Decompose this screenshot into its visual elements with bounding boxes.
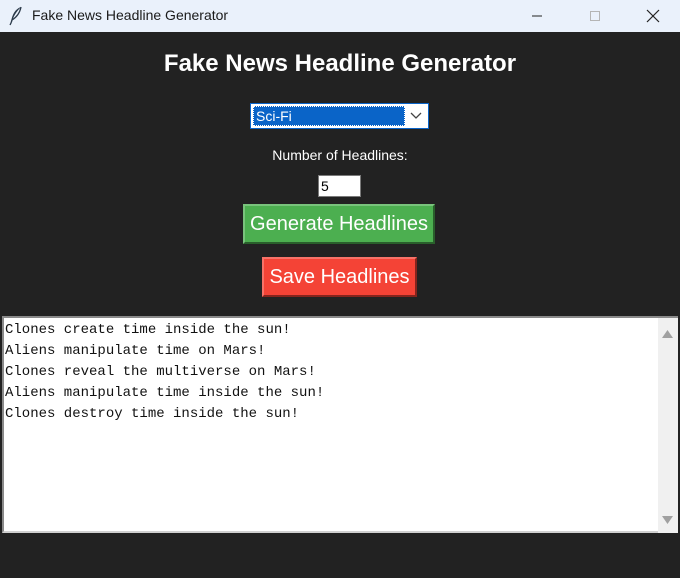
headline-line: Clones create time inside the sun!: [5, 322, 291, 338]
save-headlines-button[interactable]: Save Headlines: [262, 257, 417, 297]
generate-headlines-button[interactable]: Generate Headlines: [243, 204, 435, 244]
app-heading: Fake News Headline Generator: [163, 50, 517, 77]
headline-line: Clones reveal the multiverse on Mars!: [5, 364, 316, 380]
category-dropdown[interactable]: Sci-Fi: [250, 103, 429, 129]
headline-line: Aliens manipulate time on Mars!: [5, 343, 266, 359]
scroll-up-icon[interactable]: [662, 323, 673, 342]
headline-count-input[interactable]: 5: [318, 175, 361, 197]
scroll-down-icon[interactable]: [662, 509, 673, 528]
chevron-down-icon[interactable]: [405, 105, 427, 127]
title-bar: Fake News Headline Generator: [0, 0, 680, 32]
minimize-button[interactable]: [514, 0, 560, 32]
headlines-output-text[interactable]: Clones create time inside the sun! Alien…: [2, 316, 678, 533]
headlines-list: Clones create time inside the sun! Alien…: [5, 320, 655, 425]
headline-count-label: Number of Headlines:: [272, 147, 408, 163]
headline-line: Aliens manipulate time inside the sun!: [5, 385, 325, 401]
window-title: Fake News Headline Generator: [32, 7, 229, 23]
headline-line: Clones destroy time inside the sun!: [5, 406, 300, 422]
maximize-button[interactable]: [572, 0, 618, 32]
feather-icon: [8, 6, 24, 26]
vertical-scrollbar[interactable]: [658, 318, 678, 533]
close-button[interactable]: [630, 0, 676, 32]
category-selected-value: Sci-Fi: [253, 106, 405, 126]
